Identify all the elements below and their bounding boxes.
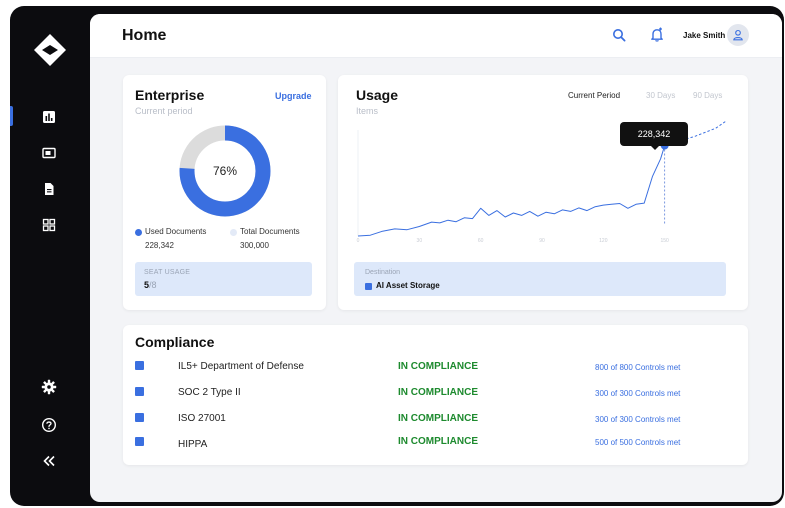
document-icon bbox=[45, 183, 54, 195]
sidebar-collapse-button[interactable] bbox=[38, 450, 60, 472]
compliance-controls[interactable]: 800 of 800 Controls met bbox=[595, 363, 680, 372]
main-content: Home Jake Smith Enterprise Current perio… bbox=[90, 14, 782, 502]
x-tick-label: 120 bbox=[599, 238, 608, 244]
compliance-name: SOC 2 Type II bbox=[178, 387, 241, 398]
compliance-controls[interactable]: 500 of 500 Controls met bbox=[595, 438, 680, 447]
x-tick-label: 30 bbox=[417, 238, 423, 244]
compliance-name: ISO 27001 bbox=[178, 413, 226, 424]
image-icon bbox=[42, 147, 56, 159]
used-documents-value: 228,342 bbox=[145, 241, 174, 250]
sidebar-item-documents[interactable] bbox=[38, 178, 60, 200]
bell-icon bbox=[651, 27, 663, 42]
x-tick-label: 0 bbox=[357, 238, 360, 244]
enterprise-subtitle: Current period bbox=[135, 106, 193, 116]
sidebar bbox=[10, 6, 88, 506]
total-documents-dot bbox=[230, 229, 237, 236]
enterprise-title: Enterprise bbox=[135, 87, 205, 103]
compliance-status: IN COMPLIANCE bbox=[398, 361, 478, 372]
destination-label: Destination bbox=[365, 269, 401, 276]
active-nav-indicator bbox=[10, 106, 13, 126]
seat-usage-label: SEAT USAGE bbox=[144, 269, 191, 276]
enterprise-card: Enterprise Current period Upgrade 76% Us… bbox=[123, 75, 326, 310]
x-tick-label: 150 bbox=[660, 238, 669, 244]
gear-icon bbox=[41, 379, 57, 395]
collapse-icon bbox=[43, 455, 55, 467]
avatar[interactable] bbox=[727, 24, 749, 46]
seat-usage-value: 5/8 bbox=[144, 280, 157, 290]
user-name[interactable]: Jake Smith bbox=[683, 31, 725, 40]
chart-tooltip: 228,342 bbox=[620, 122, 688, 146]
help-icon bbox=[41, 417, 57, 433]
tooltip-value: 228,342 bbox=[637, 129, 671, 139]
top-bar: Home Jake Smith bbox=[90, 14, 782, 58]
seat-total-count: /8 bbox=[149, 280, 157, 290]
search-button[interactable] bbox=[612, 28, 626, 42]
compliance-name: HIPPA bbox=[178, 439, 208, 450]
compliance-title: Compliance bbox=[135, 334, 215, 350]
row-status-square bbox=[135, 437, 144, 446]
grid-icon bbox=[42, 218, 56, 232]
total-documents-label: Total Documents bbox=[240, 227, 300, 236]
row-status-square bbox=[135, 361, 144, 370]
row-status-square bbox=[135, 413, 144, 422]
used-documents-dot bbox=[135, 229, 142, 236]
x-tick-label: 60 bbox=[478, 238, 484, 244]
destination-value: AI Asset Storage bbox=[376, 281, 440, 290]
destination-swatch bbox=[365, 283, 372, 290]
search-icon bbox=[613, 29, 626, 42]
compliance-controls[interactable]: 300 of 300 Controls met bbox=[595, 415, 680, 424]
compliance-controls[interactable]: 300 of 300 Controls met bbox=[595, 389, 680, 398]
upgrade-link[interactable]: Upgrade bbox=[275, 91, 312, 101]
destination-box: Destination AI Asset Storage bbox=[354, 262, 726, 296]
compliance-status: IN COMPLIANCE bbox=[398, 387, 478, 398]
used-documents-label: Used Documents bbox=[145, 227, 207, 236]
total-documents-value: 300,000 bbox=[240, 241, 269, 250]
sidebar-item-analytics[interactable] bbox=[38, 106, 60, 128]
app-window: Home Jake Smith Enterprise Current perio… bbox=[10, 6, 784, 506]
bar-chart-icon bbox=[43, 111, 55, 123]
sidebar-item-settings[interactable] bbox=[38, 376, 60, 398]
tooltip-pointer bbox=[650, 145, 660, 150]
notifications-button[interactable] bbox=[650, 27, 664, 42]
compliance-status: IN COMPLIANCE bbox=[398, 436, 478, 447]
page-title: Home bbox=[122, 27, 167, 44]
sidebar-item-help[interactable] bbox=[38, 414, 60, 436]
compliance-card: Compliance IL5+ Department of Defense IN… bbox=[123, 325, 748, 465]
usage-line bbox=[357, 145, 666, 237]
seat-usage-box: SEAT USAGE 5/8 bbox=[135, 262, 312, 296]
app-logo[interactable] bbox=[28, 28, 72, 72]
x-tick-label: 90 bbox=[539, 238, 545, 244]
usage-line-chart: 0 30 60 90 120 150 bbox=[357, 120, 727, 244]
sidebar-item-media[interactable] bbox=[38, 142, 60, 164]
user-icon bbox=[733, 29, 743, 41]
compliance-status: IN COMPLIANCE bbox=[398, 413, 478, 424]
donut-percent-label: 76% bbox=[212, 164, 238, 178]
row-status-square bbox=[135, 387, 144, 396]
compliance-name: IL5+ Department of Defense bbox=[178, 361, 304, 372]
usage-card: Usage Items Current Period 30 Days 90 Da… bbox=[338, 75, 748, 310]
sidebar-item-apps[interactable] bbox=[38, 214, 60, 236]
